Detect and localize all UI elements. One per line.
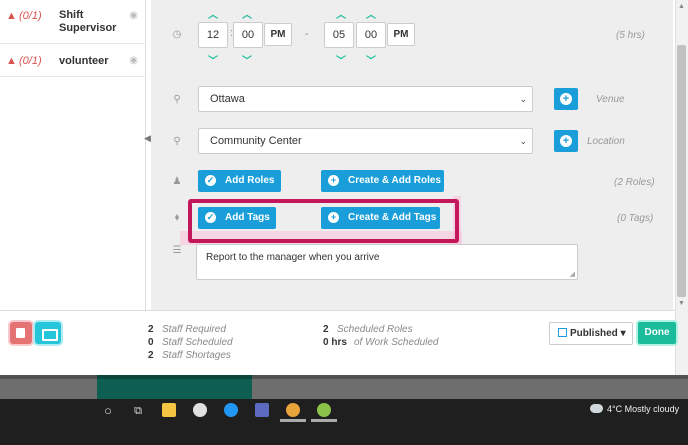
warning-icon: ▲	[6, 10, 17, 22]
create-add-roles-button[interactable]: + Create & Add Roles	[321, 170, 444, 192]
modal-shadow	[0, 375, 688, 379]
venue-select[interactable]: Ottawa ⌄	[198, 86, 533, 112]
scroll-down-icon[interactable]: ▼	[678, 300, 685, 307]
eye-icon[interactable]: ◉	[129, 55, 138, 66]
warning-icon: ▲	[6, 55, 17, 67]
clock-icon: ◷	[172, 29, 182, 40]
end-minute-up-icon[interactable]: ︿	[364, 6, 378, 21]
work-scheduled-hours: 0 hrs	[323, 337, 347, 348]
publish-status-dropdown[interactable]: Published ▾	[549, 322, 633, 345]
tags-highlight-box	[188, 199, 459, 243]
end-ampm-toggle[interactable]: PM	[387, 23, 415, 46]
add-roles-button[interactable]: ✓ Add Roles	[198, 170, 281, 192]
staff-scheduled-count: 0	[148, 337, 154, 348]
trash-icon[interactable]	[10, 322, 32, 344]
slack-icon[interactable]	[193, 403, 207, 417]
scrollbar-thumb[interactable]	[677, 45, 686, 297]
notes-textarea[interactable]: Report to the manager when you arrive ◢	[196, 244, 578, 280]
start-minute-input[interactable]: 00	[233, 22, 263, 48]
resize-handle-icon[interactable]: ◢	[570, 270, 575, 278]
start-minute-up-icon[interactable]: ︿	[240, 6, 254, 21]
chevron-down-icon: ⌄	[519, 136, 527, 146]
scheduled-roles-count: 2	[323, 324, 329, 335]
staff-shortages-count: 2	[148, 350, 154, 361]
role-count: (0/1)	[19, 55, 42, 67]
list-icon: ☰	[172, 245, 182, 256]
chrome-canary-icon[interactable]	[317, 403, 331, 417]
caret-down-icon: ▾	[620, 328, 626, 339]
location-select[interactable]: Community Center ⌄	[198, 128, 533, 154]
shift-duration: (5 hrs)	[616, 30, 645, 41]
end-minute-down-icon[interactable]: ﹀	[364, 52, 378, 67]
staff-required-count: 2	[148, 324, 154, 335]
start-hour-up-icon[interactable]: ︿	[206, 6, 220, 21]
plus-circle-icon: +	[328, 175, 339, 186]
venue-value: Ottawa	[210, 93, 245, 105]
staff-shortages-label: Staff Shortages	[162, 350, 231, 361]
start-minute-down-icon[interactable]: ﹀	[240, 52, 254, 67]
role-name: Shift Supervisor	[59, 9, 117, 34]
map-pin-icon: ⚲	[173, 94, 181, 105]
map-pin-icon: ⚲	[173, 136, 181, 147]
active-app-indicator	[311, 419, 337, 422]
role-item[interactable]: ▲ (0/1) Shift Supervisor ◉	[0, 0, 146, 44]
active-app-indicator	[280, 419, 306, 422]
time-range-dash: -	[305, 29, 309, 40]
role-count: (0/1)	[19, 10, 42, 22]
plus-icon: +	[560, 135, 572, 147]
roles-sidebar: ▲ (0/1) Shift Supervisor ◉ ▲ (0/1) volun…	[0, 0, 146, 310]
tags-icon: ⬧	[174, 212, 180, 223]
staff-scheduled-label: Staff Scheduled	[162, 337, 233, 348]
add-location-button[interactable]: +	[554, 130, 578, 152]
start-hour-input[interactable]: 12	[198, 22, 228, 48]
location-hint: Location	[587, 136, 625, 147]
chrome-icon[interactable]	[286, 403, 300, 417]
end-hour-up-icon[interactable]: ︿	[334, 6, 348, 21]
scroll-up-icon[interactable]: ▲	[678, 3, 685, 10]
weather-text[interactable]: 4°C Mostly cloudy	[607, 404, 679, 414]
teams-icon[interactable]	[255, 403, 269, 417]
task-view-icon[interactable]: ⧉	[131, 404, 145, 418]
work-scheduled-label: of Work Scheduled	[354, 337, 439, 348]
role-item[interactable]: ▲ (0/1) volunteer ◉	[0, 44, 146, 77]
weather-cloud-icon	[590, 404, 603, 413]
end-minute-input[interactable]: 00	[356, 22, 386, 48]
published-label: Published	[570, 328, 618, 339]
add-roles-label: Add Roles	[225, 175, 275, 186]
eye-icon[interactable]: ◉	[129, 10, 138, 21]
chevron-down-icon: ⌄	[519, 94, 527, 104]
file-explorer-icon[interactable]	[162, 403, 176, 417]
search-icon[interactable]: ○	[101, 404, 115, 418]
check-circle-icon: ✓	[205, 175, 216, 186]
tags-count: (0 Tags)	[617, 213, 654, 224]
notes-value: Report to the manager when you arrive	[206, 252, 380, 263]
add-venue-button[interactable]: +	[554, 88, 578, 110]
end-hour-down-icon[interactable]: ﹀	[334, 52, 348, 67]
staff-required-label: Staff Required	[162, 324, 226, 335]
start-ampm-toggle[interactable]: PM	[264, 23, 292, 46]
user-icon: ♟	[172, 176, 182, 187]
done-button[interactable]: Done	[638, 322, 676, 344]
duplicate-icon[interactable]	[35, 322, 61, 344]
checkbox-icon	[558, 328, 567, 337]
start-hour-down-icon[interactable]: ﹀	[206, 52, 220, 67]
plus-icon: +	[560, 93, 572, 105]
venue-hint: Venue	[596, 94, 625, 105]
role-name: volunteer	[59, 55, 109, 67]
end-hour-input[interactable]: 05	[324, 22, 354, 48]
create-add-roles-label: Create & Add Roles	[348, 175, 441, 186]
edge-icon[interactable]	[224, 403, 238, 417]
scheduled-roles-label: Scheduled Roles	[337, 324, 413, 335]
roles-count: (2 Roles)	[614, 177, 655, 188]
location-value: Community Center	[210, 135, 302, 147]
